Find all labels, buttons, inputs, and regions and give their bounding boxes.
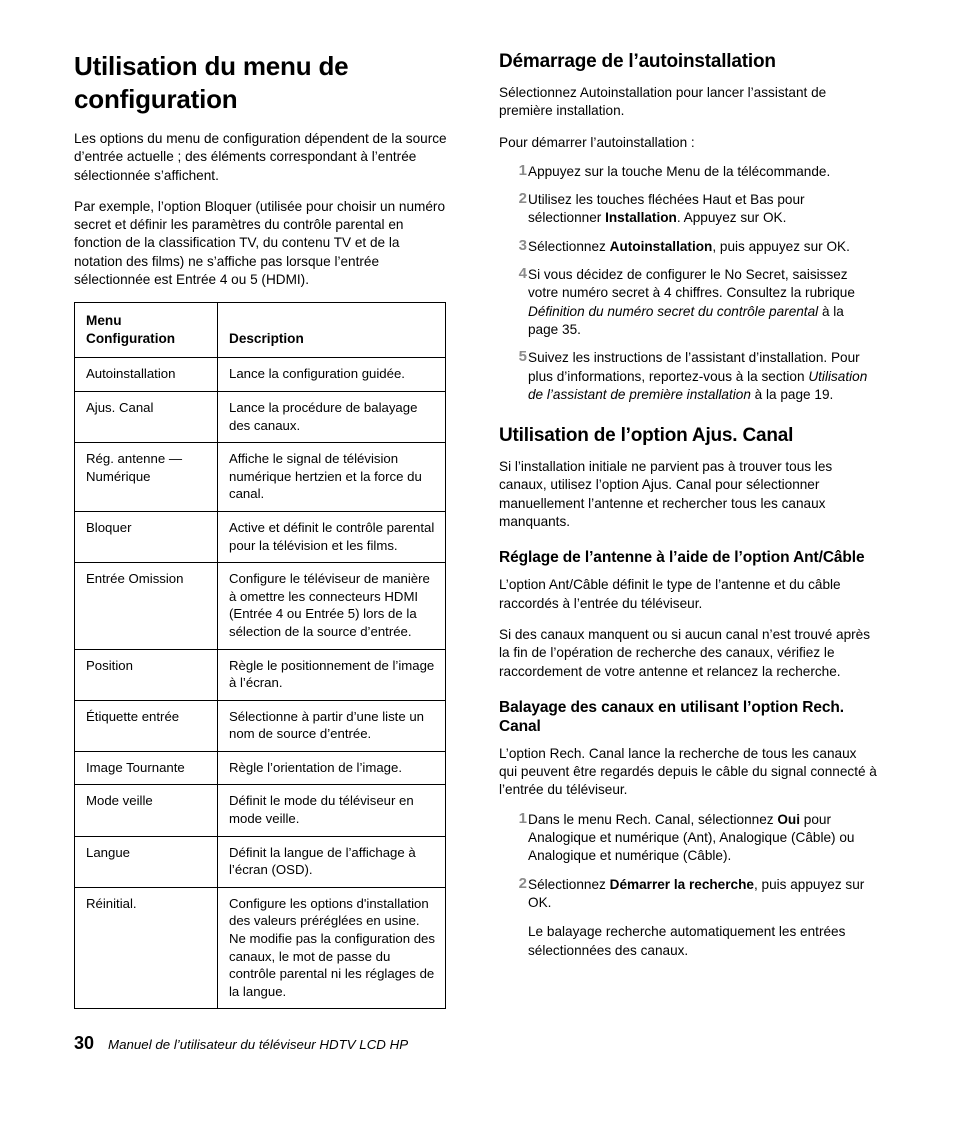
step-number: 4 [518, 265, 527, 283]
table-row: Entrée Omission Configure le téléviseur d… [74, 562, 446, 650]
heading-demarrage-autoinstallation: Démarrage de l’autoinstallation [499, 51, 776, 72]
table-cell-menu: Rég. antenne — Numérique [74, 442, 218, 512]
intro-paragraph-1: Les options du menu de configuration dép… [74, 131, 447, 183]
intro-paragraph-2: Par exemple, l’option Bloquer (utilisée … [74, 198, 446, 288]
step-text-run: Si vous décidez de configurer le No Secr… [528, 267, 855, 301]
table-cell-description: Lance la configuration guidée. [217, 357, 446, 392]
footer-page-number: 30 [74, 1033, 95, 1053]
step-text: Sélectionnez Autoinstallation, puis appu… [528, 239, 850, 254]
table-cell-description: Active et définit le contrôle parental p… [217, 510, 446, 564]
step-text-run: Appuyez sur la touche Menu de la télécom… [528, 163, 831, 179]
subheading-balayage-canaux: Balayage des canaux en utilisant l’optio… [499, 698, 845, 735]
step-item: 2 Sélectionnez Démarrer la recherche, pui… [499, 874, 877, 960]
step-text-bold: Démarrer la recherche [609, 876, 754, 892]
table-cell-menu: Ajus. Canal [74, 390, 218, 444]
table-cell-menu: Image Tournante [74, 750, 218, 786]
table-cell-menu: Entrée Omission [74, 562, 218, 650]
heading-utilisation-ajus-canal: Utilisation de l’option Ajus. Canal [499, 425, 794, 447]
table-cell-description: Affiche le signal de télévision numériqu… [217, 442, 446, 512]
sub1-paragraph-2: Si des canaux manquent ou si aucun canal… [499, 626, 871, 679]
table-row: Ajus. Canal Lance la procédure de balayag… [74, 390, 446, 444]
table-row: Réinitial. Configure les options d'instal… [74, 886, 446, 1010]
section2-intro: Si l’installation initiale ne parvient p… [499, 459, 833, 530]
table-cell-menu: Bloquer [74, 510, 218, 564]
step-text-run: Sélectionnez [528, 876, 610, 892]
step-note: Le balayage recherche automatiquement le… [528, 924, 846, 958]
subheading-reglage-antenne: Réglage de l’antenne à l’aide de l’optio… [499, 549, 865, 567]
table-row: Mode veille Définit le mode du téléviseur… [74, 784, 446, 837]
sub1-paragraph-1: L’option Ant/Câble définit le type de l’… [499, 577, 841, 611]
table-cell-description: Sélectionne à partir d’une liste un nom … [217, 699, 446, 752]
ordered-steps-rech-canal: 1 Dans le menu Rech. Canal, sélectionnez … [499, 809, 877, 960]
step-text-run: , puis appuyez sur OK. [712, 238, 850, 254]
step-item: 3 Sélectionnez Autoinstallation, puis app… [499, 236, 877, 256]
section1-intro: Sélectionnez Autoinstallation pour lance… [499, 85, 827, 119]
table-row: Autoinstallation Lance la configuration g… [74, 357, 446, 392]
step-text-run: Sélectionnez [528, 238, 610, 254]
right-column: Démarrage de l’autoinstallation Sélectio… [499, 50, 877, 960]
step-text: Utilisez les touches fléchées Haut et Ba… [528, 192, 805, 225]
step-text-run: . Appuyez sur OK. [676, 210, 787, 226]
step-item: 1 Dans le menu Rech. Canal, sélectionnez … [499, 809, 877, 866]
ordered-steps-autoinstallation: 1 Appuyez sur la touche Menu de la téléco… [499, 161, 877, 404]
step-text-run: Dans le menu Rech. Canal, sélectionnez [528, 811, 778, 827]
step-number: 5 [518, 348, 527, 366]
table-cell-description: Règle l’orientation de l’image. [217, 750, 446, 786]
left-column: Utilisation du menu de configuration Les… [74, 50, 449, 1010]
step-item: 4 Si vous décidez de configurer le No Sec… [499, 265, 877, 339]
step-text: Suivez les instructions de l’assistant d… [528, 350, 867, 402]
section1-lead-in: Pour démarrer l’autoinstallation : [499, 134, 695, 150]
table-cell-menu: Étiquette entrée [74, 699, 218, 752]
step-item: 1 Appuyez sur la touche Menu de la téléco… [499, 161, 877, 181]
table-cell-description: Lance la procédure de balayage des canau… [217, 390, 446, 444]
step-text-bold: Installation [605, 210, 677, 226]
table-row: Étiquette entrée Sélectionne à partir d’u… [74, 699, 446, 752]
table-cell-menu: Réinitial. [74, 886, 218, 1010]
table-cell-menu: Autoinstallation [74, 357, 218, 392]
step-item: 5 Suivez les instructions de l’assistant … [499, 348, 877, 404]
footer-document-title: Manuel de l’utilisateur du téléviseur HD… [108, 1037, 409, 1052]
step-number: 2 [518, 190, 527, 208]
table-cell-menu: Mode veille [74, 784, 218, 837]
page-footer: 30 Manuel de l’utilisateur du téléviseur… [74, 1033, 408, 1054]
table-body: Autoinstallation Lance la configuration g… [74, 357, 446, 1010]
column-header-description: Description [217, 302, 446, 359]
step-text-italic: Définition du numéro secret du contrôle … [528, 303, 819, 319]
table-cell-menu: Langue [74, 835, 218, 888]
step-item: 2 Utilisez les touches fléchées Haut et B… [499, 190, 877, 228]
step-text: Appuyez sur la touche Menu de la télécom… [528, 164, 830, 179]
step-text: Si vous décidez de configurer le No Secr… [528, 267, 855, 337]
table-header-row: Menu Configuration Description [74, 302, 446, 359]
step-number: 1 [518, 809, 527, 827]
table-cell-description: Configure les options d'installation des… [217, 886, 446, 1010]
step-number: 2 [518, 874, 527, 892]
table-cell-description: Configure le téléviseur de manière à ome… [217, 562, 446, 650]
document-page: Utilisation du menu de configuration Les… [0, 0, 954, 1123]
table-cell-description: Règle le positionnement de l’image à l’é… [217, 648, 446, 701]
column-header-menu-line1: Menu [86, 313, 122, 329]
table-row: Image Tournante Règle l’orientation de l’… [74, 750, 446, 786]
table-row: Langue Définit la langue de l’affichage à… [74, 835, 446, 888]
table-row: Rég. antenne — Numérique Affiche le signa… [74, 442, 446, 512]
step-text: Dans le menu Rech. Canal, sélectionnez O… [528, 812, 854, 864]
table-row: Bloquer Active et définit le contrôle par… [74, 510, 446, 564]
column-header-menu: Menu Configuration [74, 302, 218, 359]
table-row: Position Règle le positionnement de l’ima… [74, 648, 446, 701]
page-title: Utilisation du menu de configuration [74, 51, 349, 114]
column-header-menu-line2: Configuration [86, 330, 176, 346]
step-number: 1 [518, 161, 527, 179]
sub2-intro: L’option Rech. Canal lance la recherche … [499, 745, 877, 798]
step-text: Sélectionnez Démarrer la recherche, puis… [528, 877, 864, 910]
step-text-bold: Autoinstallation [609, 238, 713, 254]
table-cell-menu: Position [74, 648, 218, 701]
configuration-menu-table: Menu Configuration Description Autoinsta… [74, 302, 446, 1010]
step-text-bold: Oui [777, 811, 801, 827]
step-text-run: à la page 19. [750, 386, 834, 402]
table-cell-description: Définit la langue de l’affichage à l’écr… [217, 835, 446, 888]
step-number: 3 [518, 236, 527, 254]
table-cell-description: Définit le mode du téléviseur en mode ve… [217, 784, 446, 837]
